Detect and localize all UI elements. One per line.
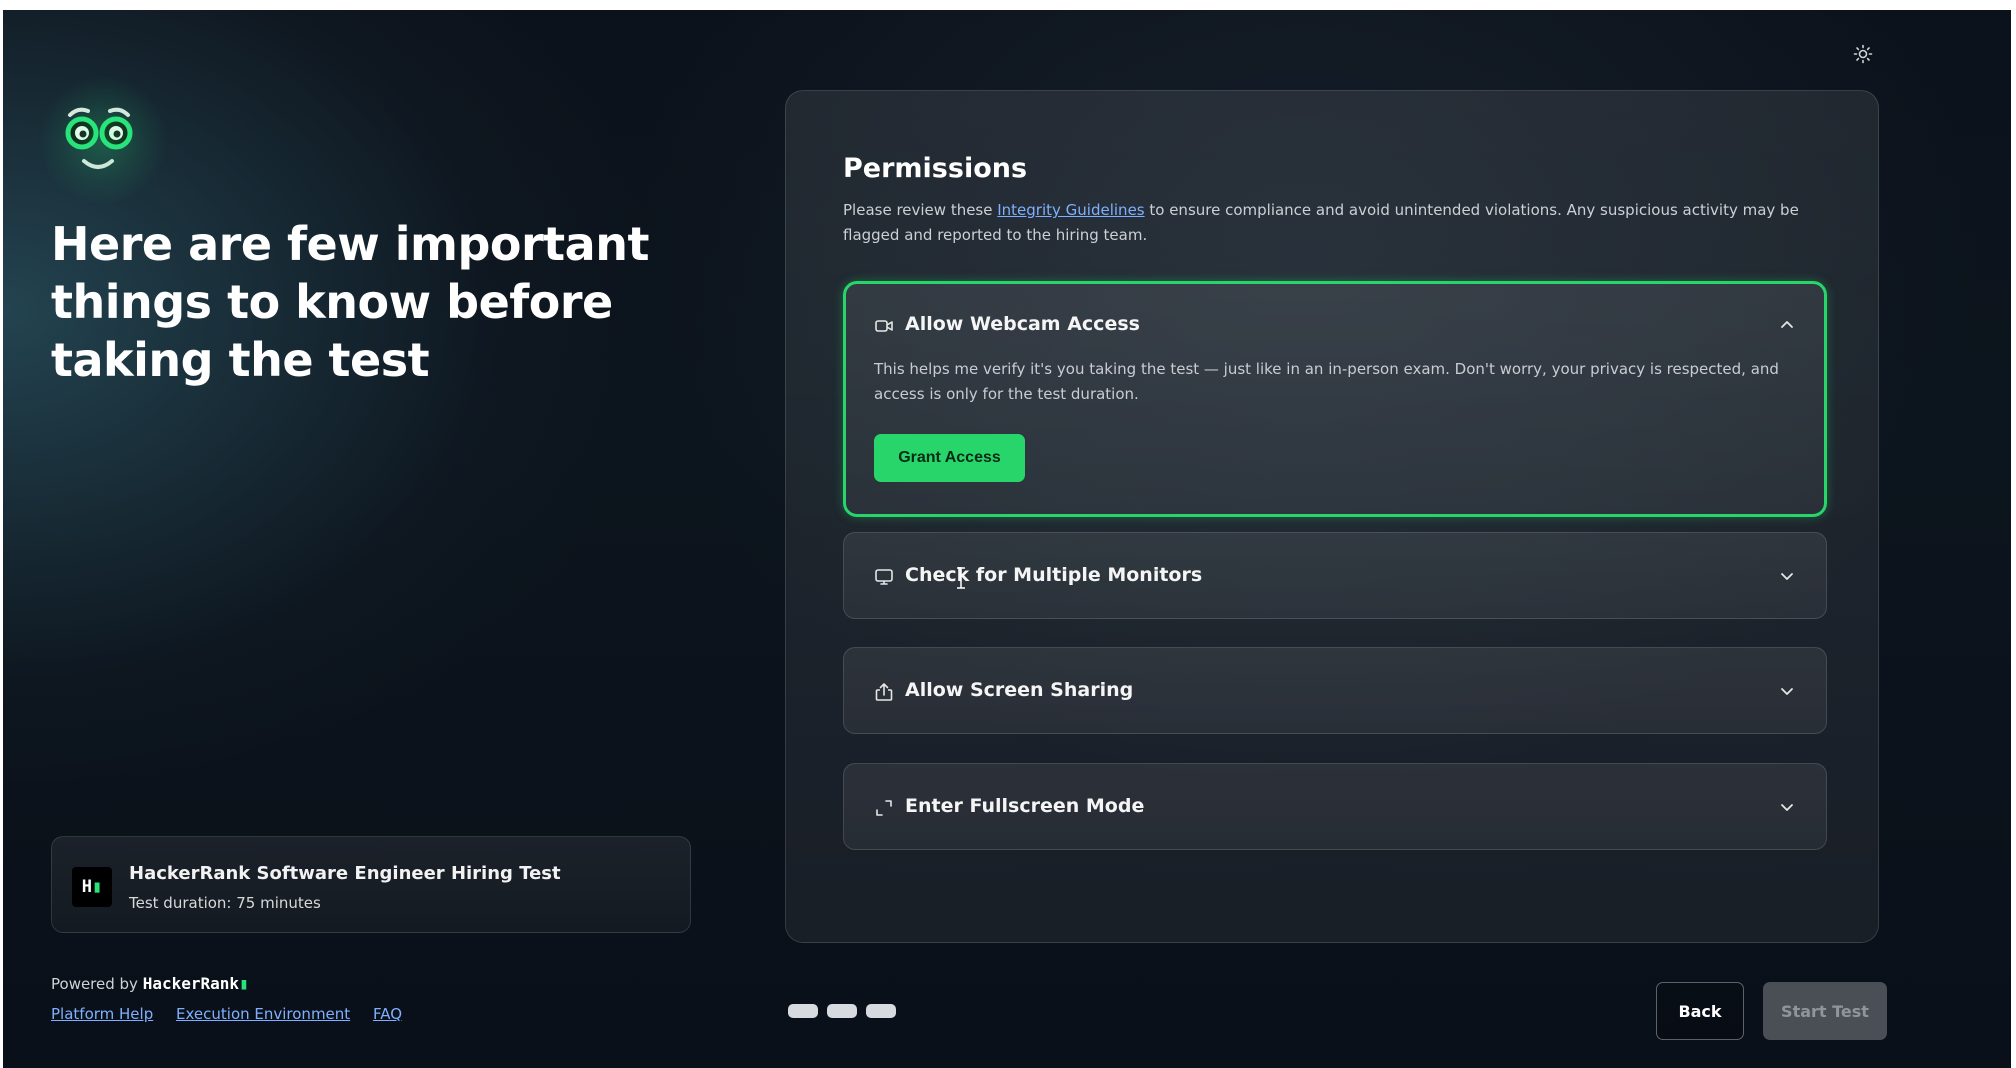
accordion-screen-sharing[interactable]: Allow Screen Sharing	[843, 647, 1827, 734]
back-button[interactable]: Back	[1656, 982, 1744, 1040]
footer-links: Platform Help Execution Environment FAQ	[51, 1005, 420, 1023]
text-cursor-icon	[957, 567, 965, 589]
accordion-fullscreen-header[interactable]: Enter Fullscreen Mode	[844, 764, 1826, 850]
accordion-webcam: Allow Webcam Access This helps me verify…	[843, 281, 1827, 517]
accordion-multiple-monitors[interactable]: Check for Multiple Monitors	[843, 532, 1827, 619]
monitor-icon	[875, 569, 893, 585]
share-screen-icon	[875, 683, 893, 701]
accordion-screen-sharing-header[interactable]: Allow Screen Sharing	[844, 648, 1826, 734]
test-duration: Test duration: 75 minutes	[129, 894, 321, 912]
panel-title: Permissions	[843, 153, 1028, 184]
brand-name: HackerRank▮	[142, 974, 249, 993]
chevron-down-icon	[1781, 688, 1793, 695]
execution-environment-link[interactable]: Execution Environment	[176, 1005, 350, 1023]
step-dot	[866, 1004, 896, 1018]
platform-help-link[interactable]: Platform Help	[51, 1005, 153, 1023]
app-screen: Here are few important things to know be…	[3, 10, 2011, 1068]
integrity-guidelines-link[interactable]: Integrity Guidelines	[997, 201, 1144, 219]
step-dot	[827, 1004, 857, 1018]
hackerrank-logo-icon: H ▮	[72, 867, 112, 907]
accordion-fullscreen[interactable]: Enter Fullscreen Mode	[843, 763, 1827, 850]
start-test-button[interactable]: Start Test	[1763, 982, 1887, 1040]
panel-description: Please review these Integrity Guidelines…	[843, 201, 1799, 244]
accordion-webcam-body: This helps me verify it's you taking the…	[874, 360, 1779, 403]
test-title: HackerRank Software Engineer Hiring Test	[129, 863, 561, 884]
accordion-multiple-monitors-title: Check for Multiple Monitors	[905, 564, 1203, 586]
step-dot	[788, 1004, 818, 1018]
chevron-down-icon	[1781, 804, 1793, 811]
accordion-screen-sharing-title: Allow Screen Sharing	[905, 679, 1134, 701]
permissions-panel: Permissions Please review these Integrit…	[785, 90, 1879, 943]
mascot-logo	[38, 75, 168, 205]
test-info-card: H ▮ HackerRank Software Engineer Hiring T…	[51, 836, 691, 933]
theme-toggle-button[interactable]	[1849, 40, 1877, 68]
step-indicator	[788, 1004, 896, 1018]
page-headline: Here are few important things to know be…	[51, 217, 649, 387]
accordion-webcam-title: Allow Webcam Access	[905, 313, 1140, 335]
chevron-down-icon	[1781, 573, 1793, 580]
powered-by-label: Powered by	[51, 975, 138, 993]
webcam-icon	[875, 320, 893, 332]
powered-by: Powered by HackerRank▮	[51, 974, 249, 993]
accordion-multiple-monitors-header[interactable]: Check for Multiple Monitors	[844, 533, 1826, 619]
faq-link[interactable]: FAQ	[373, 1005, 402, 1023]
accordion-fullscreen-title: Enter Fullscreen Mode	[905, 795, 1145, 817]
chevron-up-icon	[1781, 321, 1793, 328]
grant-access-button[interactable]: Grant Access	[874, 434, 1025, 482]
fullscreen-icon	[876, 800, 892, 816]
sun-icon	[1853, 44, 1873, 64]
